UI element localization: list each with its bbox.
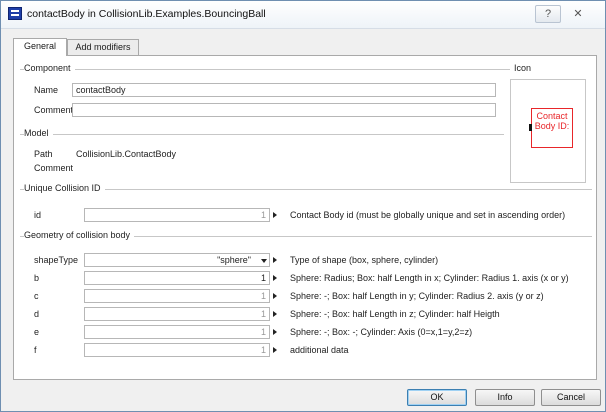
icon-group-line: [504, 69, 510, 70]
param-c-label: c: [34, 291, 39, 301]
model-group-title: Model: [24, 128, 53, 138]
path-label: Path: [34, 149, 53, 159]
component-group-title: Component: [24, 63, 75, 73]
param-f-description: additional data: [290, 345, 349, 355]
app-icon: [8, 7, 22, 20]
shapetype-select[interactable]: "sphere": [84, 253, 270, 267]
unique-id-group-line: [20, 189, 592, 190]
id-input[interactable]: 1: [84, 208, 270, 222]
param-b-label: b: [34, 273, 40, 283]
param-d-label: d: [34, 309, 40, 319]
dialog-window: contactBody in CollisionLib.Examples.Bou…: [0, 0, 606, 412]
id-edit-arrow-icon[interactable]: [273, 212, 277, 218]
shapetype-label: shapeType: [34, 255, 79, 265]
param-b-description: Sphere: Radius; Box: half Length in x; C…: [290, 273, 569, 283]
title-bar[interactable]: contactBody in CollisionLib.Examples.Bou…: [1, 1, 605, 29]
name-label: Name: [34, 85, 59, 95]
param-d-edit-arrow-icon[interactable]: [273, 311, 277, 317]
model-comment-label: Comment: [34, 163, 74, 173]
param-c-edit-arrow-icon[interactable]: [273, 293, 277, 299]
component-comment-input[interactable]: [72, 103, 496, 117]
param-f-edit-arrow-icon[interactable]: [273, 347, 277, 353]
close-button[interactable]: ✕: [565, 5, 591, 23]
param-e-label: e: [34, 327, 40, 337]
param-e-input[interactable]: 1: [84, 325, 270, 339]
icon-preview-text: Contact Body ID:: [534, 111, 570, 131]
chevron-down-icon[interactable]: [261, 259, 267, 263]
component-group-line: [20, 69, 504, 70]
icon-preview-box: Contact Body ID:: [510, 79, 586, 183]
param-c-description: Sphere: -; Box: half Length in y; Cylind…: [290, 291, 544, 301]
ok-button[interactable]: OK: [407, 389, 467, 406]
param-e-description: Sphere: -; Box: -; Cylinder: Axis (0=x,1…: [290, 327, 473, 337]
param-f-label: f: [34, 345, 37, 355]
param-d-input[interactable]: 1: [84, 307, 270, 321]
component-comment-label: Comment: [34, 105, 74, 115]
icon-group-title: Icon: [514, 63, 536, 73]
model-group-line: [20, 134, 504, 135]
geometry-group-title: Geometry of collision body: [24, 230, 135, 240]
info-button[interactable]: Info: [475, 389, 535, 406]
tab-add-modifiers[interactable]: Add modifiers: [67, 39, 139, 55]
param-d-description: Sphere: -; Box: half Length in z; Cylind…: [290, 309, 500, 319]
path-value: CollisionLib.ContactBody: [76, 149, 177, 159]
general-panel: Component Name contactBody Comment Icon …: [13, 55, 597, 380]
name-input[interactable]: contactBody: [72, 83, 496, 97]
param-f-input[interactable]: 1: [84, 343, 270, 357]
help-button[interactable]: ?: [535, 5, 561, 23]
id-description: Contact Body id (must be globally unique…: [290, 210, 566, 220]
component-icon-preview: Contact Body ID:: [531, 108, 573, 148]
shapetype-description: Type of shape (box, sphere, cylinder): [290, 255, 439, 265]
connector-icon: [529, 124, 532, 131]
shapetype-edit-arrow-icon[interactable]: [273, 257, 277, 263]
window-title: contactBody in CollisionLib.Examples.Bou…: [27, 8, 266, 20]
unique-id-group-title: Unique Collision ID: [24, 183, 105, 193]
cancel-button[interactable]: Cancel: [541, 389, 601, 406]
param-e-edit-arrow-icon[interactable]: [273, 329, 277, 335]
tab-general[interactable]: General: [13, 38, 67, 56]
param-b-edit-arrow-icon[interactable]: [273, 275, 277, 281]
id-label: id: [34, 210, 42, 220]
param-b-input[interactable]: 1: [84, 271, 270, 285]
param-c-input[interactable]: 1: [84, 289, 270, 303]
